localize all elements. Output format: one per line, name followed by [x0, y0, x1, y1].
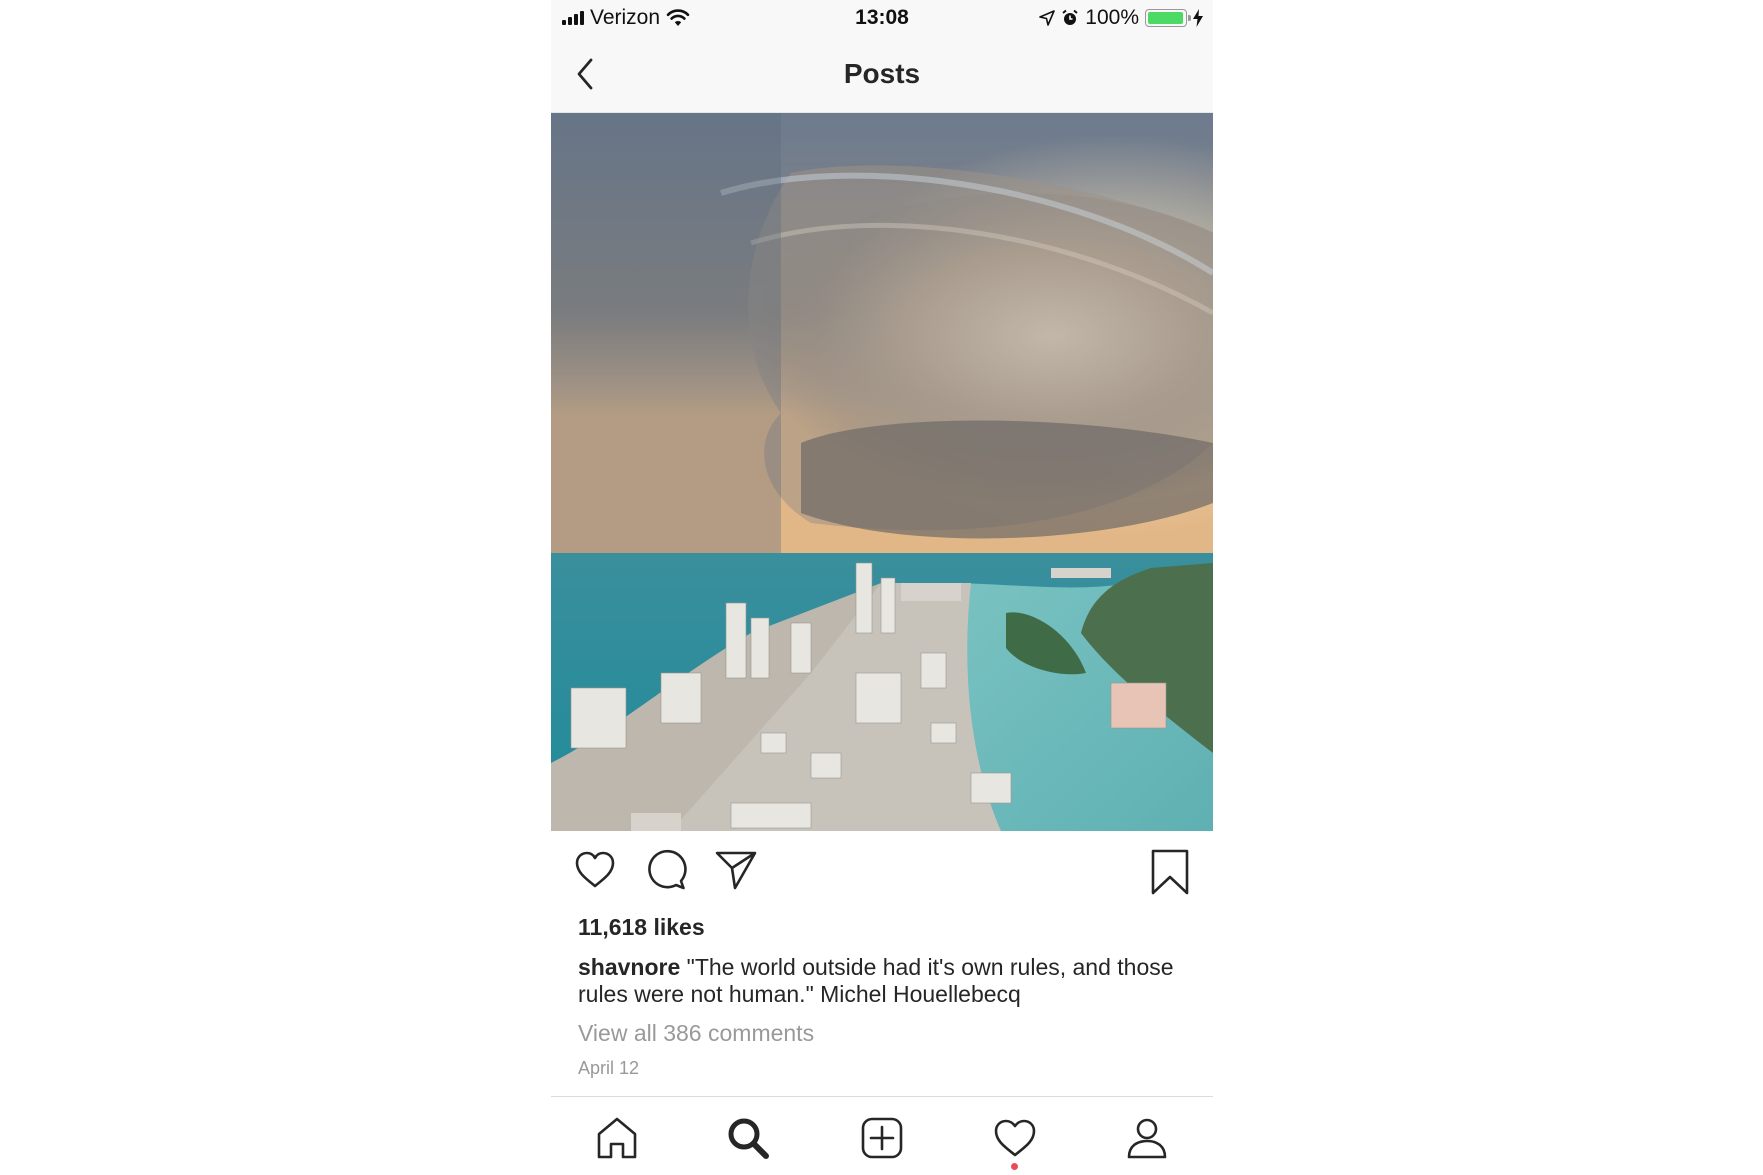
- profile-icon[interactable]: [1124, 1115, 1170, 1161]
- navigation-bar: Posts: [551, 38, 1213, 113]
- phone-screen: Verizon 13:08 100% Posts 11,618 likes sh…: [551, 0, 1213, 1175]
- activity-heart-icon[interactable]: [992, 1115, 1038, 1161]
- home-icon[interactable]: [594, 1115, 640, 1161]
- post-caption: shavnore "The world outside had it's own…: [578, 954, 1178, 1008]
- search-icon[interactable]: [725, 1115, 771, 1161]
- status-bar: Verizon 13:08 100%: [551, 0, 1213, 38]
- battery-level-fill: [1148, 12, 1183, 24]
- status-left: Verizon: [562, 6, 690, 30]
- post-date: April 12: [578, 1058, 640, 1078]
- heart-icon[interactable]: [573, 848, 617, 892]
- carrier-name: Verizon: [590, 6, 661, 29]
- comment-icon[interactable]: [644, 848, 688, 892]
- cellular-signal-icon: [562, 11, 584, 25]
- alarm-icon: [1062, 9, 1078, 25]
- wifi-icon: [666, 9, 690, 26]
- location-arrow-icon: [1039, 10, 1056, 26]
- bookmark-icon[interactable]: [1148, 848, 1192, 896]
- caption-username[interactable]: shavnore: [578, 954, 680, 980]
- notification-dot: [1011, 1163, 1018, 1170]
- likes-count[interactable]: 11,618 likes: [578, 914, 705, 941]
- page-title: Posts: [843, 58, 921, 89]
- battery-icon: [1145, 9, 1191, 27]
- tab-bar: [551, 1096, 1213, 1175]
- share-icon[interactable]: [714, 848, 758, 892]
- battery-percent: 100%: [1085, 6, 1139, 29]
- post-actions: [551, 848, 1213, 898]
- new-post-icon[interactable]: [859, 1115, 905, 1161]
- charging-bolt-icon: [1193, 9, 1203, 27]
- status-right: 100%: [1039, 6, 1203, 30]
- view-comments-link[interactable]: View all 386 comments: [578, 1020, 814, 1047]
- post-photo[interactable]: [551, 113, 1213, 831]
